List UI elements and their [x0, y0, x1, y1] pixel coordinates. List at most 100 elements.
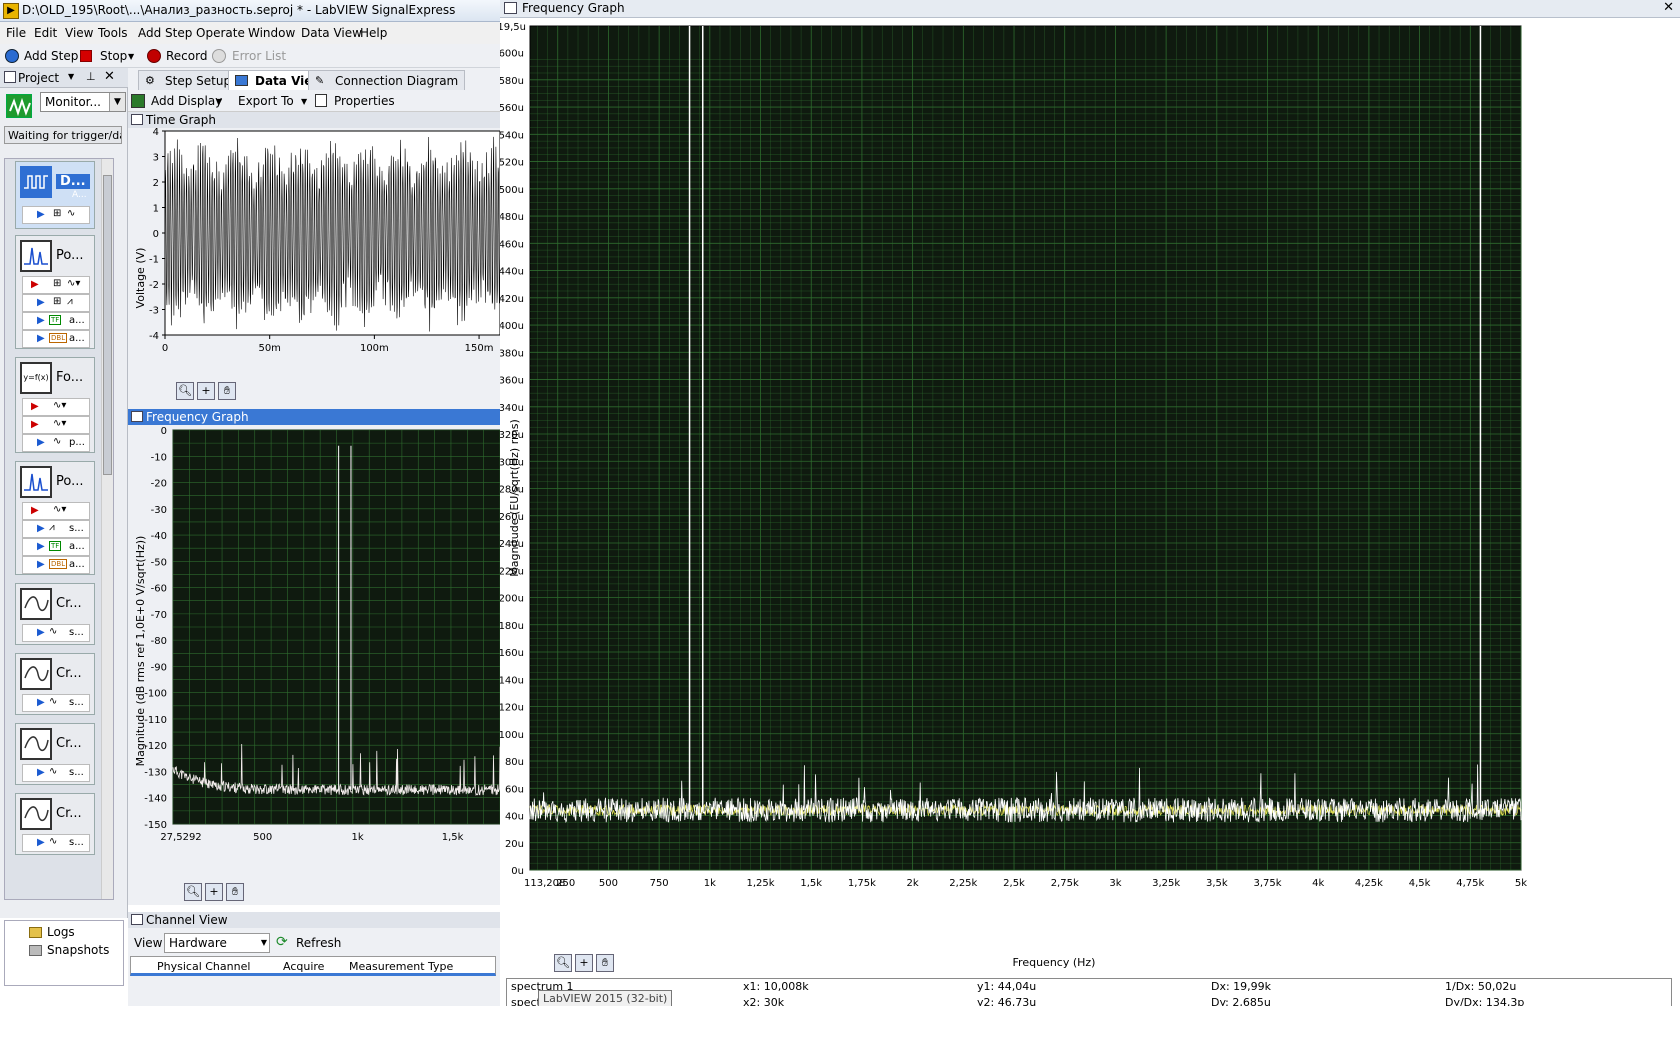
close-panel-icon[interactable]: ✕: [104, 69, 115, 84]
error-list-button[interactable]: Error List: [232, 49, 286, 63]
step-card-create-4[interactable]: Cr... ▶ ∿ s...: [15, 793, 95, 855]
pan-hand-icon[interactable]: ✋︎: [218, 382, 236, 400]
step-card-create-3[interactable]: Cr... ▶ ∿ s...: [15, 723, 95, 785]
dbl-type-icon: DBL: [49, 559, 68, 569]
properties-button[interactable]: Properties: [334, 94, 395, 108]
steps-scrollbar[interactable]: [101, 159, 113, 899]
y-tick-label: 380u: [500, 348, 524, 359]
step-output-row[interactable]: ▶ ⩘ s...: [22, 520, 90, 538]
step-output-row[interactable]: ▶ ∿ p...: [22, 434, 90, 452]
menu-help[interactable]: Help: [360, 26, 387, 40]
column-physical-channel[interactable]: Physical Channel: [157, 960, 250, 973]
small-freq-graph-panel: Magnitude (dB rms ref 1,0E+0 V/sqrt(Hz))…: [128, 425, 501, 905]
stop-dropdown-icon[interactable]: ▼: [128, 52, 134, 61]
y-tick-label: -150: [144, 820, 167, 831]
step-card-power-spectrum-2[interactable]: Po... ▶ ∿▾ ▶ ⩘ s... ▶ TF a... ▶ DBL a...: [15, 461, 95, 575]
step-output-row[interactable]: ▶ ∿ s...: [22, 694, 90, 712]
add-step-button[interactable]: Add Step: [24, 49, 78, 63]
cursor-move-icon[interactable]: +: [205, 883, 223, 901]
snapshots-item[interactable]: Snapshots: [47, 943, 109, 957]
step-input-row[interactable]: ▶ ∿▾: [22, 416, 90, 434]
cursor-move-icon[interactable]: +: [575, 954, 593, 972]
step-output-row[interactable]: ▶ TF a...: [22, 312, 90, 330]
export-dropdown-icon[interactable]: ▼: [301, 97, 307, 106]
pan-hand-icon[interactable]: ✋︎: [226, 883, 244, 901]
y-tick-label: -40: [151, 531, 167, 542]
tf-type-icon: TF: [49, 315, 62, 325]
small-freq-graph-title: Frequency Graph: [146, 410, 249, 424]
x-tick-label: 3,75k: [1253, 878, 1281, 889]
export-to-button[interactable]: Export To: [238, 94, 294, 108]
cursor-row1-y: y1: 44,04u: [977, 980, 1037, 993]
x-tick-label: 27,5292: [160, 832, 201, 843]
refresh-button[interactable]: Refresh: [296, 936, 341, 950]
chevron-down-icon[interactable]: ▼: [261, 938, 267, 947]
step-label: D...: [56, 174, 90, 189]
stop-button[interactable]: Stop: [100, 49, 127, 63]
pin-icon[interactable]: ⊥: [86, 70, 96, 83]
column-measurement-type[interactable]: Measurement Type: [349, 960, 453, 973]
menu-tools[interactable]: Tools: [98, 26, 128, 40]
step-output-row[interactable]: ▶ DBL a...: [22, 556, 90, 574]
step-input-row[interactable]: ▶ ∿▾: [22, 398, 90, 416]
pan-hand-icon[interactable]: ✋︎: [596, 954, 614, 972]
step-card-daq[interactable]: D... A... ▶ ⊞ ∿: [15, 161, 95, 229]
tab-connection-diagram[interactable]: ✎ Connection Diagram: [308, 70, 466, 90]
y-tick-label: 280u: [500, 485, 524, 496]
step-output-row[interactable]: ▶ ∿ s...: [22, 624, 90, 642]
record-button[interactable]: Record: [166, 49, 207, 63]
zoom-icon[interactable]: 🔍︎: [554, 954, 572, 972]
menu-bar: File Edit View Tools Add Step Operate Wi…: [0, 22, 500, 44]
logs-item[interactable]: Logs: [47, 925, 75, 939]
y-tick-label: -140: [144, 794, 167, 805]
add-display-button[interactable]: Add Display: [151, 94, 222, 108]
menu-view[interactable]: View: [65, 26, 93, 40]
tab-step-setup[interactable]: ⚙ Step Setup: [138, 70, 239, 90]
project-menu-dropdown-icon[interactable]: ▼: [68, 72, 74, 81]
step-output-row[interactable]: ▶ TF a...: [22, 538, 90, 556]
monitor-select[interactable]: Monitor... ▼: [40, 92, 126, 112]
step-card-formula[interactable]: y=f(x) Fo... ▶ ∿▾ ▶ ∿▾ ▶ ∿ p...: [15, 357, 95, 453]
step-input-row[interactable]: ▶ ∿▾: [22, 502, 90, 520]
step-card-create-2[interactable]: Cr... ▶ ∿ s...: [15, 653, 95, 715]
y-tick-label: -10: [151, 452, 167, 463]
output-arrow-icon: ▶: [37, 541, 45, 552]
create-signal-icon: [20, 798, 52, 830]
y-tick-label: 500u: [500, 185, 524, 196]
add-display-dropdown-icon[interactable]: ▼: [216, 97, 222, 106]
menu-file[interactable]: File: [6, 26, 26, 40]
step-card-power-spectrum-1[interactable]: Po... ▶ ⊞ ∿▾ ▶ ⊞ ⩘ ▶ TF a... ▶ DBL a...: [15, 235, 95, 349]
cursor-move-icon[interactable]: +: [197, 382, 215, 400]
step-card-create-1[interactable]: Cr... ▶ ∿ s...: [15, 583, 95, 645]
menu-add-step[interactable]: Add Step: [138, 26, 192, 40]
view-select[interactable]: Hardware ▼: [164, 933, 270, 953]
step-output-row[interactable]: ▶ ∿ s...: [22, 834, 90, 852]
zoom-icon[interactable]: 🔍︎: [176, 382, 194, 400]
step-label: Fo...: [56, 370, 84, 385]
waveform-icon: ∿▾: [53, 418, 67, 429]
menu-operate[interactable]: Operate: [196, 26, 245, 40]
menu-window[interactable]: Window: [248, 26, 295, 40]
labview-app-icon: ▶: [3, 3, 19, 19]
menu-data-view[interactable]: Data View: [301, 26, 362, 40]
step-output-row[interactable]: ▶ ⊞ ∿: [22, 206, 90, 224]
folder-icon: [29, 927, 42, 938]
scrollbar-thumb[interactable]: [103, 175, 112, 475]
step-output-row[interactable]: ▶ DBL a...: [22, 330, 90, 348]
step-output-row[interactable]: ▶ ⊞ ⩘: [22, 294, 90, 312]
y-tick-label: -70: [151, 610, 167, 621]
big-freq-graph-chart[interactable]: Magnitude (EU/sqrt(Hz) rms) Frequency (H…: [491, 18, 1680, 980]
y-tick-label: 420u: [500, 294, 524, 305]
column-acquire[interactable]: Acquire: [283, 960, 324, 973]
zoom-icon[interactable]: 🔍︎: [184, 883, 202, 901]
menu-edit[interactable]: Edit: [34, 26, 57, 40]
chevron-down-icon[interactable]: ▼: [109, 93, 125, 111]
small-freq-graph-chart[interactable]: Magnitude (dB rms ref 1,0E+0 V/sqrt(Hz))…: [128, 425, 501, 905]
y-tick-label: 560u: [500, 103, 524, 114]
close-icon[interactable]: ✕: [1663, 0, 1674, 15]
time-graph-chart[interactable]: Voltage (V) 43210-1-2-3-40 50m 100m 150m: [128, 127, 501, 412]
step-input-row[interactable]: ▶ ⊞ ∿▾: [22, 276, 90, 294]
x-tick-label: 3k: [1109, 878, 1121, 889]
output-arrow-icon: ▶: [37, 697, 45, 708]
step-output-row[interactable]: ▶ ∿ s...: [22, 764, 90, 782]
